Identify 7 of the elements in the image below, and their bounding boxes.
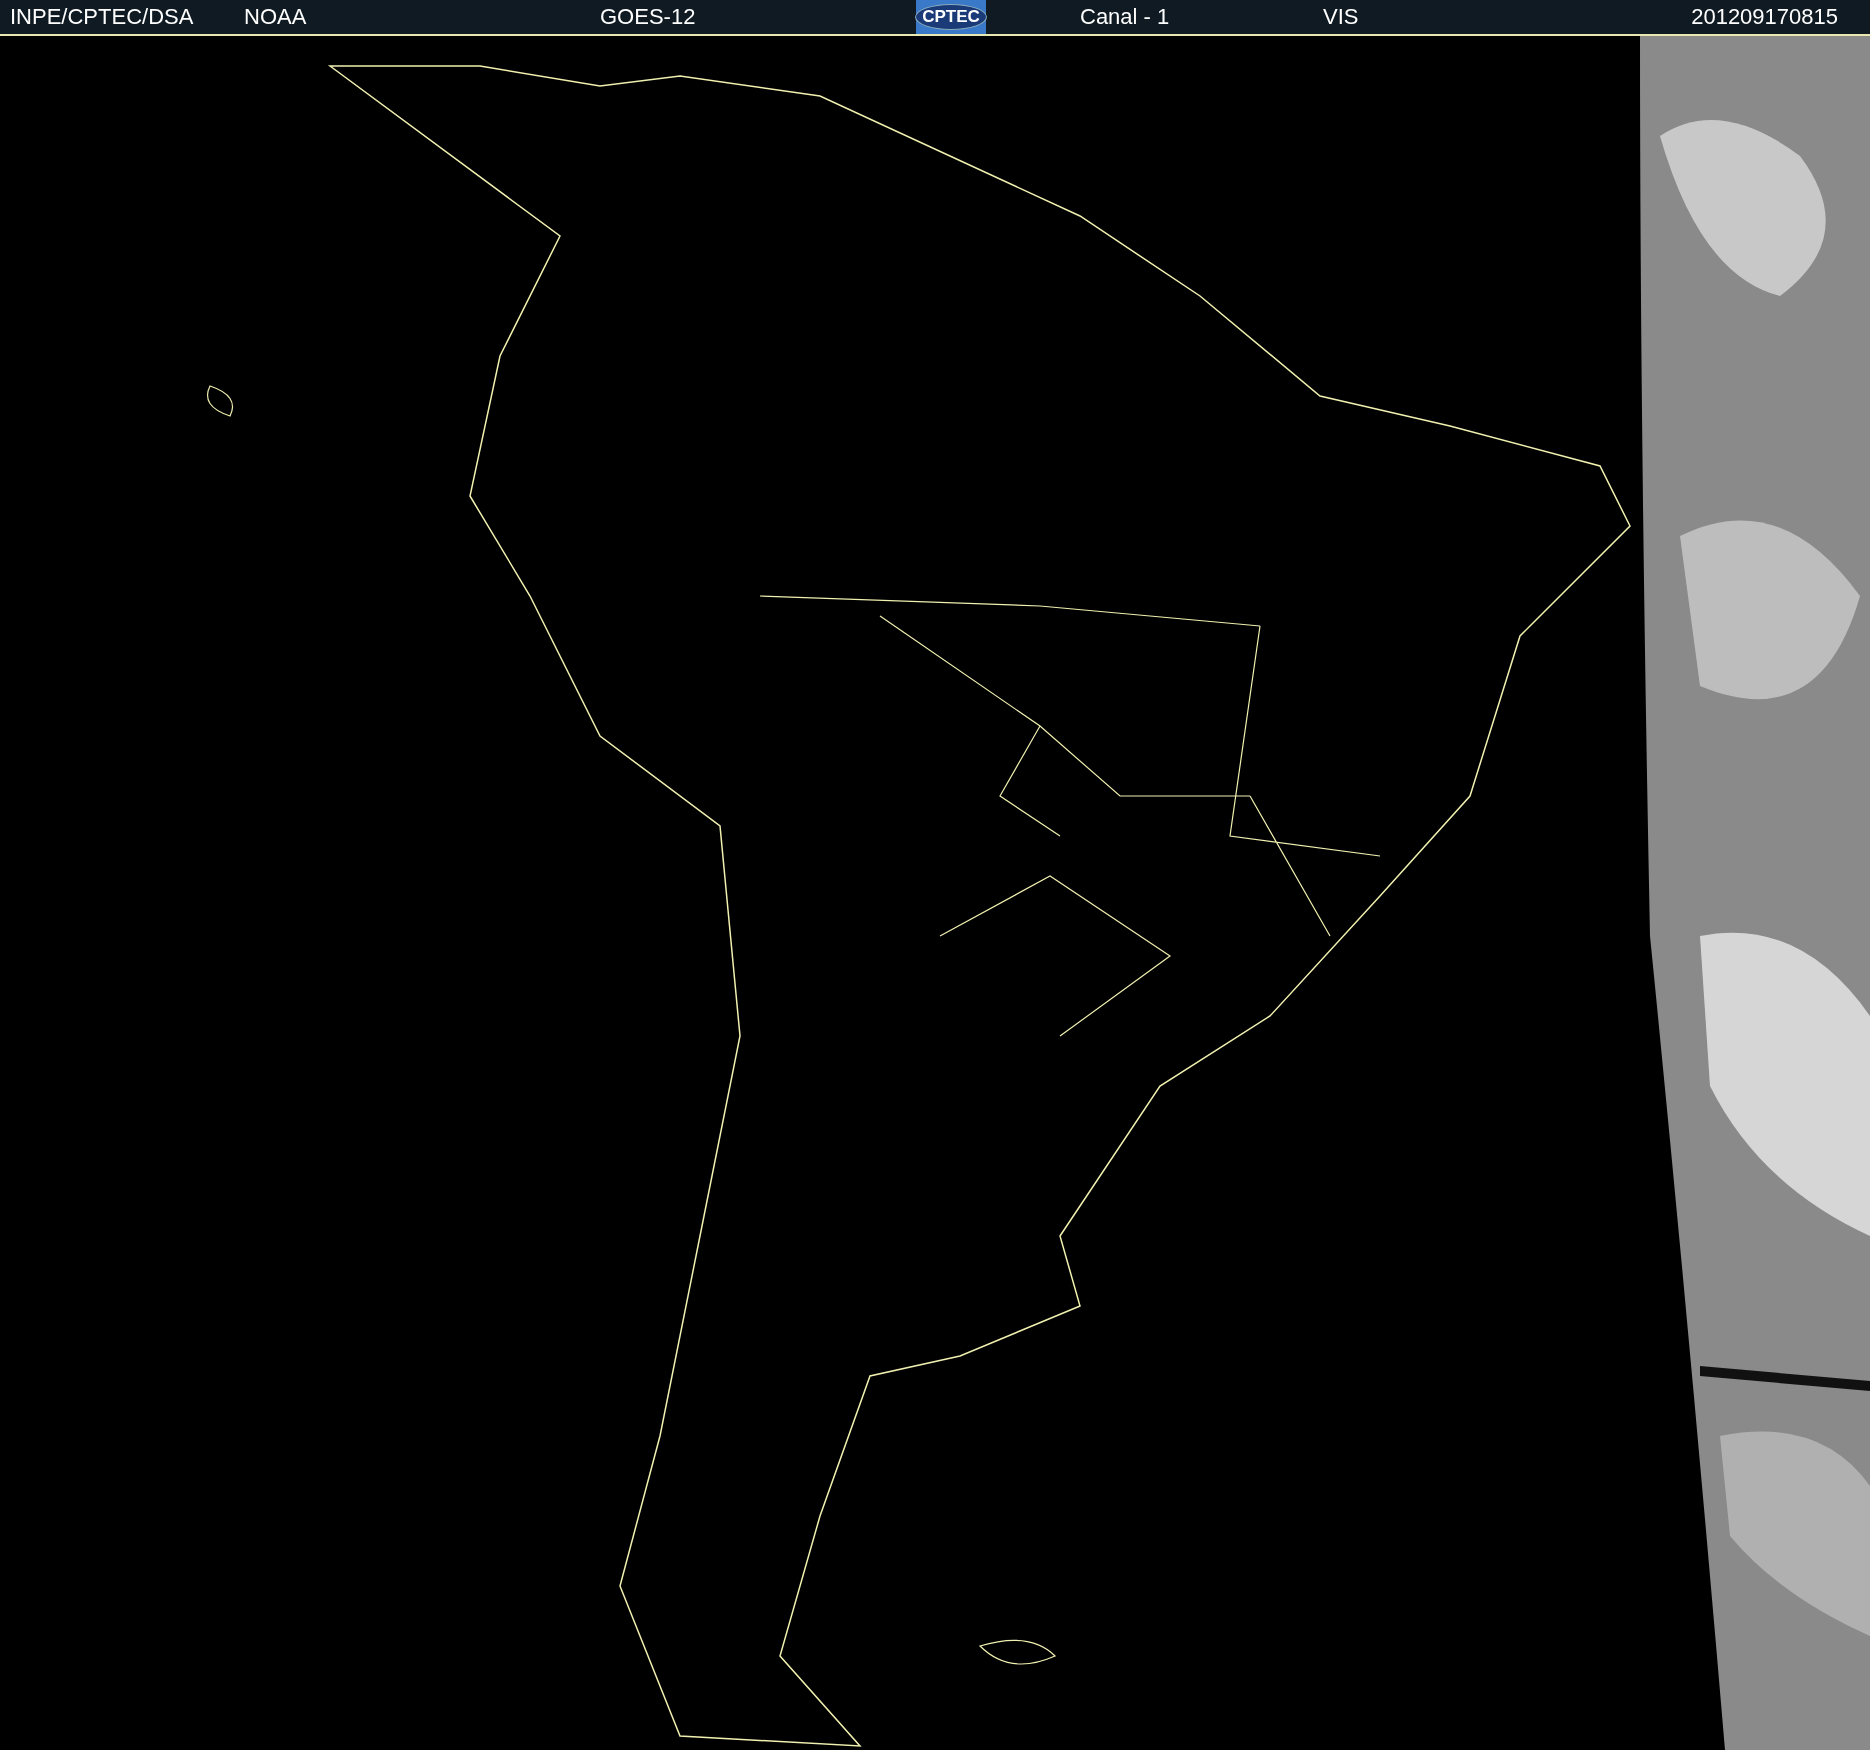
header-text: VIS (1323, 4, 1359, 30)
header-text: INPE/CPTEC/DSA (10, 4, 194, 30)
header-text: Canal - 1 (1080, 4, 1170, 30)
header-text: 201209170815 (1691, 4, 1839, 30)
header-text: GOES-12 (600, 4, 696, 30)
logo-text: CPTEC (915, 4, 987, 30)
header-text: NOAA (244, 4, 307, 30)
